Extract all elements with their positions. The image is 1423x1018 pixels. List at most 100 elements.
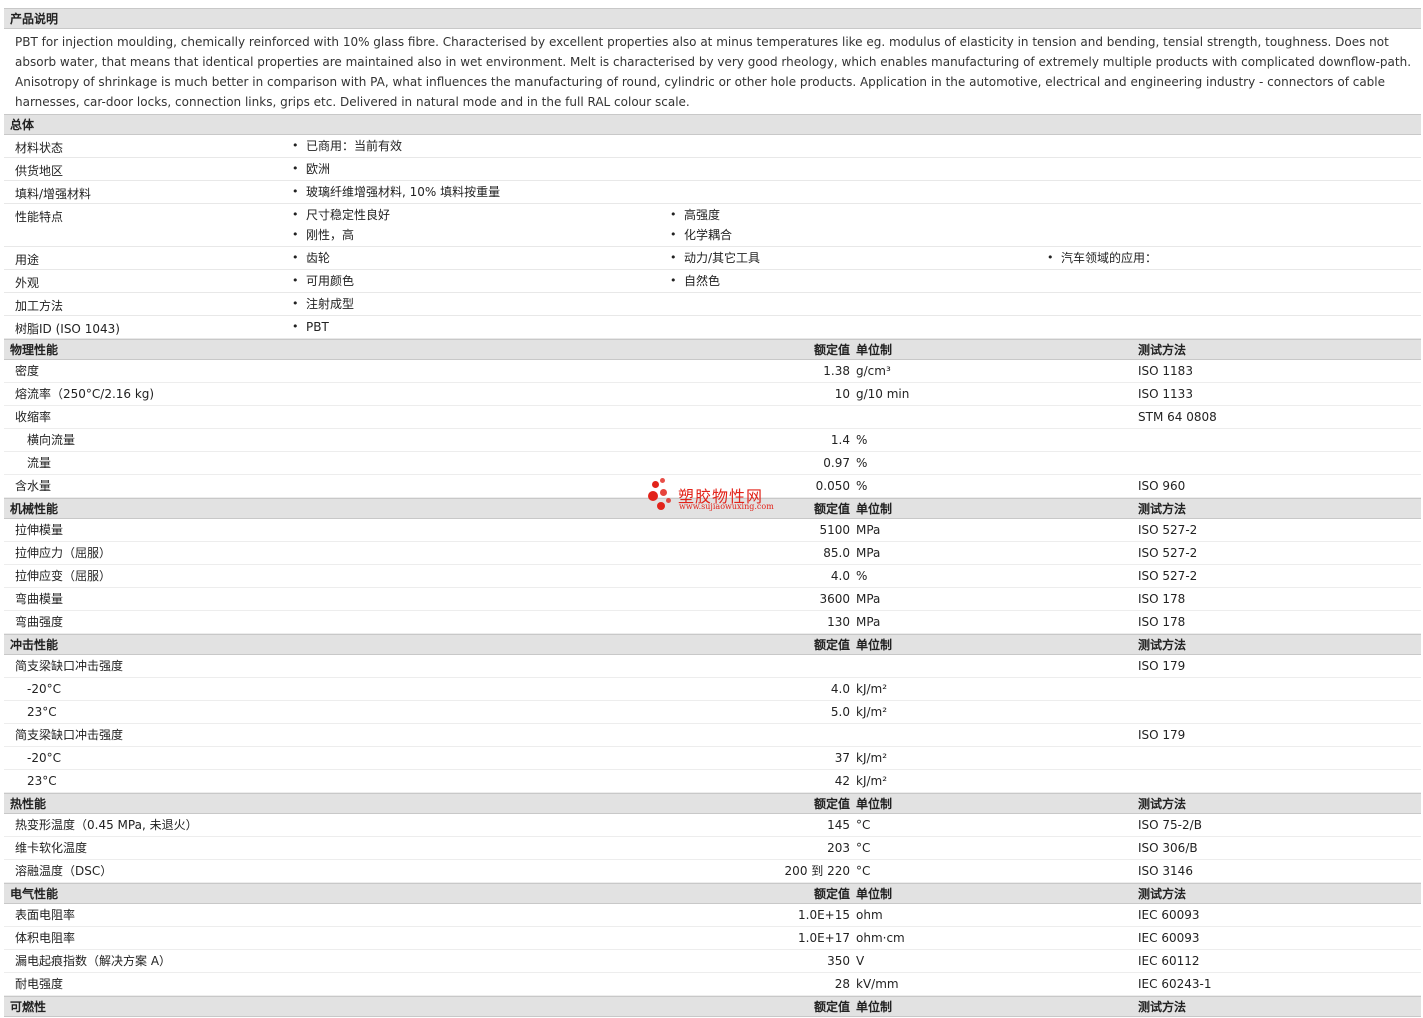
property-unit: g/10 min xyxy=(856,387,910,401)
table-row: 熔流率（250°C/2.16 kg) 10 g/10 min ISO 1133 xyxy=(4,383,1421,406)
property-name: 横向流量 xyxy=(27,433,76,447)
property-name: 耐电强度 xyxy=(15,977,64,991)
property-name: 拉伸应力（屈服） xyxy=(15,546,112,560)
property-value: 42 xyxy=(834,774,850,788)
bullet-item: 动力/其它工具 xyxy=(670,248,760,268)
bullet-item: 注射成型 xyxy=(292,294,354,314)
section-header-physical: 物理性能 额定值 单位制 测试方法 xyxy=(4,339,1421,360)
property-value: 200 到 220 xyxy=(784,864,850,878)
property-unit: ohm xyxy=(856,908,883,922)
property-value: 203 xyxy=(827,841,850,855)
property-name: 含水量 xyxy=(15,479,52,493)
property-value: 130 xyxy=(827,615,850,629)
test-method: IEC 60093 xyxy=(1138,931,1200,945)
test-method: IEC 60093 xyxy=(1138,908,1200,922)
property-unit: kJ/m² xyxy=(856,751,888,765)
property-name: 流量 xyxy=(27,456,52,470)
general-row-processing: 加工方法 注射成型 xyxy=(4,293,1421,316)
property-unit: % xyxy=(856,456,868,470)
property-value: 145 xyxy=(827,818,850,832)
test-method: ISO 306/B xyxy=(1138,841,1198,855)
property-name: 熔流率（250°C/2.16 kg) xyxy=(15,387,155,401)
table-row: 23°C 5.0 kJ/m² xyxy=(4,701,1421,724)
property-name: 简支梁缺口冲击强度 xyxy=(15,728,124,742)
table-row: 拉伸模量 5100 MPa ISO 527-2 xyxy=(4,519,1421,542)
property-name: 维卡软化温度 xyxy=(15,841,88,855)
table-row: 漏电起痕指数（解决方案 A） 350 V IEC 60112 xyxy=(4,950,1421,973)
property-value: 1.38 xyxy=(823,364,850,378)
product-description: PBT for injection moulding, chemically r… xyxy=(15,35,1412,109)
general-row-appearance: 外观 可用颜色 自然色 xyxy=(4,270,1421,293)
property-name: 拉伸应变（屈服） xyxy=(15,569,112,583)
section-header-thermal: 热性能 额定值 单位制 测试方法 xyxy=(4,793,1421,814)
table-row: -20°C 4.0 kJ/m² xyxy=(4,678,1421,701)
property-name: 弯曲强度 xyxy=(15,615,64,629)
property-value: 4.0 xyxy=(830,682,850,696)
property-value: 85.0 xyxy=(823,546,850,560)
section-header-electrical: 电气性能 额定值 单位制 测试方法 xyxy=(4,883,1421,904)
property-unit: ohm·cm xyxy=(856,931,905,945)
property-unit: g/cm³ xyxy=(856,364,891,378)
impact-table: 简支梁缺口冲击强度 ISO 179 -20°C 4.0 kJ/m² 23°C 5.0 kJ/m… xyxy=(4,655,1421,793)
property-name: 弯曲模量 xyxy=(15,592,64,606)
table-row: 流量 0.97% xyxy=(4,452,1421,475)
test-method: IEC 60112 xyxy=(1138,954,1200,968)
property-unit: kJ/m² xyxy=(856,774,888,788)
table-row: 拉伸应变（屈服） 4.0% ISO 527-2 xyxy=(4,565,1421,588)
property-name: 热变形温度（0.45 MPa, 未退火） xyxy=(15,818,198,832)
test-method: ISO 3146 xyxy=(1138,864,1193,878)
table-row: 弯曲强度 130 MPa ISO 178 xyxy=(4,611,1421,634)
table-row: 横向流量 1.4% xyxy=(4,429,1421,452)
bullet-item: 自然色 xyxy=(670,271,720,291)
electrical-table: 表面电阻率 1.0E+15 ohm IEC 60093 体积电阻率 1.0E+17 ohm·… xyxy=(4,904,1421,996)
general-row-filler: 填料/增强材料 玻璃纤维增强材料, 10% 填料按重量 xyxy=(4,181,1421,204)
bullet-item: 齿轮 xyxy=(292,248,330,268)
property-value: 4.0 xyxy=(830,569,850,583)
property-unit: kV/mm xyxy=(856,977,899,991)
property-name: 简支梁缺口冲击强度 xyxy=(15,659,124,673)
test-method: ISO 1183 xyxy=(1138,364,1193,378)
property-value: 350 xyxy=(827,954,850,968)
table-row: 耐电强度 28 kV/mm IEC 60243-1 xyxy=(4,973,1421,996)
general-row-features: 性能特点 尺寸稳定性良好 高强度 刚性，高 化学耦合 xyxy=(4,204,1421,247)
property-unit: MPa xyxy=(856,615,881,629)
test-method: ISO 960 xyxy=(1138,479,1186,493)
bullet-item: 尺寸稳定性良好 xyxy=(292,205,390,225)
property-name: -20°C xyxy=(27,751,61,765)
property-value: 28 xyxy=(834,977,850,991)
property-unit: kJ/m² xyxy=(856,705,888,719)
test-method: ISO 1133 xyxy=(1138,387,1193,401)
table-row: 维卡软化温度 203 °C ISO 306/B xyxy=(4,837,1421,860)
property-name: 密度 xyxy=(15,364,40,378)
test-method: STM 64 0808 xyxy=(1138,410,1217,424)
section-header-description: 产品说明 xyxy=(4,8,1421,29)
general-row-resin: 树脂ID (ISO 1043) PBT xyxy=(4,316,1421,339)
property-value: 1.4 xyxy=(830,433,850,447)
property-unit: °C xyxy=(856,818,871,832)
property-unit: kJ/m² xyxy=(856,682,888,696)
section-header-flammability: 可燃性 额定值 单位制 测试方法 xyxy=(4,996,1421,1017)
table-row: 表面电阻率 1.0E+15 ohm IEC 60093 xyxy=(4,904,1421,927)
property-unit: °C xyxy=(856,841,871,855)
property-value: 5.0 xyxy=(830,705,850,719)
test-method: ISO 75-2/B xyxy=(1138,818,1202,832)
property-unit: V xyxy=(856,954,865,968)
table-row: 体积电阻率 1.0E+17 ohm·cm IEC 60093 xyxy=(4,927,1421,950)
table-row: 收缩率 STM 64 0808 xyxy=(4,406,1421,429)
table-row: 23°C 42 kJ/m² xyxy=(4,770,1421,793)
section-header-general: 总体 xyxy=(4,114,1421,135)
thermal-table: 热变形温度（0.45 MPa, 未退火） 145 °C ISO 75-2/B 维卡软化温… xyxy=(4,814,1421,883)
bullet-item: PBT xyxy=(292,317,329,337)
property-unit: % xyxy=(856,433,868,447)
property-value: 3600 xyxy=(819,592,850,606)
property-name: 23°C xyxy=(27,705,57,719)
table-row: 简支梁缺口冲击强度 ISO 179 xyxy=(4,655,1421,678)
general-row-region: 供货地区 欧洲 xyxy=(4,158,1421,181)
test-method: IEC 60243-1 xyxy=(1138,977,1212,991)
property-value: 37 xyxy=(834,751,850,765)
property-unit: % xyxy=(856,569,868,583)
mechanical-table: 拉伸模量 5100 MPa ISO 527-2 拉伸应力（屈服） 85.0 MPa ISO 5… xyxy=(4,519,1421,634)
table-row: 简支梁缺口冲击强度 ISO 179 xyxy=(4,724,1421,747)
property-name: 收缩率 xyxy=(15,410,52,424)
property-unit: MPa xyxy=(856,523,881,537)
